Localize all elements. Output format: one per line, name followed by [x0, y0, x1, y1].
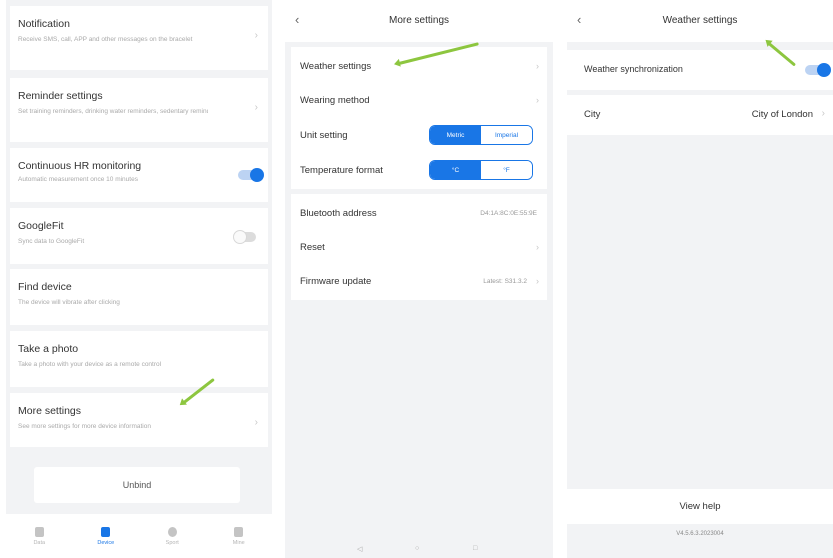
- card-subtitle: The device will vibrate after clicking: [18, 299, 120, 306]
- firmware-version-value: Latest: S31.3.2: [483, 278, 527, 285]
- unit-segmented-control: Metric Imperial: [429, 125, 533, 145]
- toggle-knob: [233, 230, 247, 244]
- chevron-right-icon: ›: [254, 30, 258, 41]
- app-version: V4.5.6.3.2023004: [676, 531, 724, 537]
- view-help-button[interactable]: View help: [567, 489, 833, 524]
- unbind-button[interactable]: Unbind: [34, 467, 240, 503]
- city-row[interactable]: City City of London ›: [567, 95, 833, 135]
- weather-settings-screen: ‹ Weather settings Weather synchronizati…: [567, 0, 833, 558]
- firmware-update-row[interactable]: Firmware update Latest: S31.3.2 ›: [291, 264, 547, 298]
- row-label: Firmware update: [300, 276, 372, 287]
- row-label: City: [584, 109, 601, 120]
- segment-celsius[interactable]: °C: [430, 161, 481, 179]
- chevron-right-icon: ›: [536, 242, 539, 252]
- temperature-format-row: Temperature format °C °F: [291, 153, 547, 187]
- row-label: Weather settings: [300, 61, 372, 72]
- toggle-knob: [817, 63, 831, 77]
- nav-back-icon[interactable]: ◁: [357, 545, 362, 553]
- device-screen: Notification Receive SMS, call, APP and …: [6, 0, 272, 558]
- tab-device[interactable]: Device: [73, 514, 140, 558]
- notification-card[interactable]: Notification Receive SMS, call, APP and …: [10, 6, 268, 70]
- system-nav-bar: ◁ ○ □: [285, 542, 553, 558]
- bottom-tab-bar: Data Device Sport Mine: [6, 514, 272, 558]
- chevron-right-icon: ›: [821, 108, 825, 119]
- card-subtitle: Receive SMS, call, APP and other message…: [18, 36, 193, 43]
- temperature-segmented-control: °C °F: [429, 160, 533, 180]
- chevron-right-icon: ›: [536, 276, 539, 286]
- more-settings-card[interactable]: More settings See more settings for more…: [10, 393, 268, 447]
- reminder-settings-card[interactable]: Reminder settings Set training reminders…: [10, 78, 268, 142]
- card-subtitle: Set training reminders, drinking water r…: [18, 108, 208, 115]
- card-subtitle: Take a photo with your device as a remot…: [18, 361, 162, 368]
- card-title: Continuous HR monitoring: [18, 160, 142, 172]
- tab-label: Data: [33, 539, 46, 546]
- unit-setting-row: Unit setting Metric Imperial: [291, 118, 547, 152]
- row-label: Weather synchronization: [584, 64, 683, 74]
- header: ‹ More settings: [285, 0, 553, 42]
- segment-metric[interactable]: Metric: [430, 126, 481, 144]
- bluetooth-address-row: Bluetooth address D4:1A:8C:0E:55:9E: [291, 196, 547, 230]
- bluetooth-address-value: D4:1A:8C:0E:55:9E: [480, 210, 537, 217]
- card-subtitle: Sync data to GoogleFit: [18, 238, 85, 245]
- wearing-method-row[interactable]: Wearing method ›: [291, 83, 547, 117]
- find-device-card[interactable]: Find device The device will vibrate afte…: [10, 269, 268, 325]
- home-icon: [34, 526, 44, 537]
- row-label: Wearing method: [300, 95, 370, 106]
- card-title: Reminder settings: [18, 90, 103, 102]
- weather-sync-toggle[interactable]: [805, 63, 831, 77]
- chevron-right-icon: ›: [254, 102, 258, 113]
- person-icon: [234, 526, 244, 537]
- tab-data[interactable]: Data: [6, 514, 73, 558]
- nav-home-icon[interactable]: ○: [415, 545, 419, 552]
- googlefit-card: GoogleFit Sync data to GoogleFit: [10, 208, 268, 264]
- card-title: GoogleFit: [18, 220, 64, 232]
- more-settings-screen: ‹ More settings Weather settings › Weari…: [285, 0, 553, 558]
- hr-monitoring-toggle[interactable]: [238, 168, 264, 182]
- segment-imperial[interactable]: Imperial: [481, 126, 532, 144]
- page-title: More settings: [388, 15, 450, 26]
- take-photo-card[interactable]: Take a photo Take a photo with your devi…: [10, 331, 268, 387]
- tab-label: Device: [97, 539, 115, 546]
- chevron-right-icon: ›: [536, 61, 539, 71]
- card-subtitle: See more settings for more device inform…: [18, 423, 151, 430]
- settings-group: Weather settings › Wearing method › Unit…: [291, 47, 547, 189]
- googlefit-toggle[interactable]: [233, 230, 256, 244]
- continuous-hr-card: Continuous HR monitoring Automatic measu…: [10, 148, 268, 202]
- row-label: Unit setting: [300, 130, 348, 141]
- weather-sync-row: Weather synchronization: [567, 50, 833, 90]
- tab-label: Mine: [232, 539, 245, 546]
- card-subtitle: Automatic measurement once 10 minutes: [18, 176, 138, 183]
- page-title: Weather settings: [662, 15, 738, 26]
- weather-settings-row[interactable]: Weather settings ›: [291, 49, 547, 83]
- card-title: Take a photo: [18, 343, 79, 355]
- card-title: More settings: [18, 405, 82, 417]
- device-info-group: Bluetooth address D4:1A:8C:0E:55:9E Rese…: [291, 194, 547, 300]
- chevron-right-icon: ›: [536, 95, 539, 105]
- card-title: Find device: [18, 281, 72, 293]
- header: ‹ Weather settings: [567, 0, 833, 42]
- reset-row[interactable]: Reset ›: [291, 230, 547, 264]
- tab-mine[interactable]: Mine: [206, 514, 273, 558]
- watch-icon: [101, 526, 111, 537]
- sport-icon: [167, 526, 177, 537]
- card-title: Notification: [18, 18, 70, 30]
- nav-recents-icon[interactable]: □: [473, 545, 477, 552]
- row-label: Temperature format: [300, 165, 383, 176]
- tab-label: Sport: [165, 539, 179, 546]
- tab-sport[interactable]: Sport: [139, 514, 206, 558]
- row-label: Bluetooth address: [300, 208, 377, 219]
- segment-fahrenheit[interactable]: °F: [481, 161, 532, 179]
- row-label: Reset: [300, 242, 325, 253]
- city-value: City of London: [751, 109, 813, 120]
- chevron-right-icon: ›: [254, 417, 258, 428]
- toggle-knob: [250, 168, 264, 182]
